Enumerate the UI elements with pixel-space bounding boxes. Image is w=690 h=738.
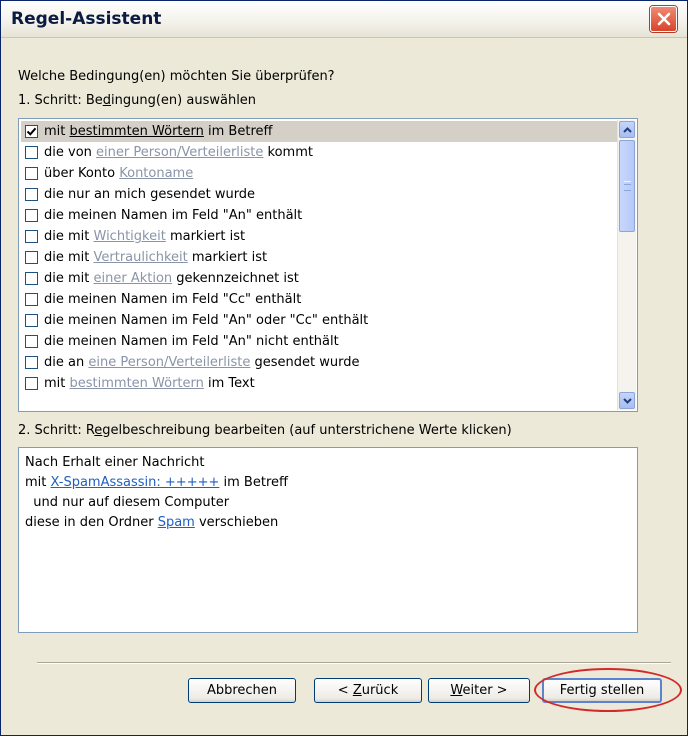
- chevron-up-icon: [622, 126, 632, 133]
- checkbox[interactable]: [25, 188, 38, 201]
- checkbox[interactable]: [25, 356, 38, 369]
- condition-text: gesendet wurde: [250, 355, 360, 370]
- condition-link[interactable]: Kontoname: [119, 166, 193, 181]
- condition-item[interactable]: die mit Wichtigkeit markiert ist: [21, 226, 617, 247]
- condition-item[interactable]: die mit Vertraulichkeit markiert ist: [21, 247, 617, 268]
- next-button[interactable]: Weiter >: [428, 678, 530, 703]
- condition-text: die mit: [44, 250, 94, 265]
- finish-button[interactable]: Fertig stellen: [542, 678, 662, 703]
- checkbox[interactable]: [25, 146, 38, 159]
- condition-text: die meinen Namen im Feld "Cc" enthält: [44, 292, 302, 307]
- condition-text: die an: [44, 355, 89, 370]
- condition-item[interactable]: die mit einer Aktion gekennzeichnet ist: [21, 268, 617, 289]
- condition-text: mit: [44, 124, 70, 139]
- rules-wizard-dialog: Regel-Assistent Welche Bedingung(en) möc…: [0, 0, 688, 736]
- condition-item[interactable]: die meinen Namen im Feld "An" oder "Cc" …: [21, 310, 617, 331]
- checkbox[interactable]: [25, 209, 38, 222]
- condition-item[interactable]: die meinen Namen im Feld "An" enthält: [21, 205, 617, 226]
- grip-icon: [624, 181, 631, 191]
- description-line: mit X-SpamAssassin: +++++ im Betreff: [25, 475, 288, 490]
- description-line: diese in den Ordner Spam verschieben: [25, 515, 279, 530]
- condition-text: gekennzeichnet ist: [172, 271, 299, 286]
- condition-link[interactable]: einer Person/Verteilerliste: [96, 145, 263, 160]
- description-line: und nur auf diesem Computer: [25, 495, 230, 510]
- step2-label: 2. Schritt: Regelbeschreibung bearbeiten…: [18, 423, 512, 438]
- checkbox[interactable]: [25, 314, 38, 327]
- condition-text: mit: [44, 376, 70, 391]
- divider: [37, 662, 671, 664]
- window-title: Regel-Assistent: [11, 9, 162, 29]
- condition-text: die meinen Namen im Feld "An" oder "Cc" …: [44, 313, 369, 328]
- checkbox[interactable]: [25, 125, 38, 138]
- scroll-down-button[interactable]: [619, 392, 635, 409]
- checkbox[interactable]: [25, 251, 38, 264]
- cancel-button[interactable]: Abbrechen: [188, 678, 296, 703]
- condition-item[interactable]: über Konto Kontoname: [21, 163, 617, 184]
- description-link[interactable]: X-SpamAssassin: +++++: [51, 475, 220, 490]
- checkbox[interactable]: [25, 335, 38, 348]
- description-line: Nach Erhalt einer Nachricht: [25, 455, 205, 470]
- checkbox[interactable]: [25, 293, 38, 306]
- condition-text: die nur an mich gesendet wurde: [44, 187, 256, 202]
- close-button[interactable]: [650, 6, 677, 32]
- step1-label: 1. Schritt: Bedingung(en) auswählen: [18, 93, 257, 108]
- condition-item[interactable]: die nur an mich gesendet wurde: [21, 184, 617, 205]
- checkbox[interactable]: [25, 272, 38, 285]
- condition-text: im Betreff: [203, 124, 273, 139]
- condition-text: die von: [44, 145, 97, 160]
- condition-item[interactable]: die an eine Person/Verteilerliste gesend…: [21, 352, 617, 373]
- condition-link[interactable]: bestimmten Wörtern: [70, 124, 204, 139]
- question-label: Welche Bedingung(en) möchten Sie überprü…: [18, 69, 335, 84]
- chevron-down-icon: [622, 397, 632, 404]
- dialog-content: Welche Bedingung(en) möchten Sie überprü…: [1, 38, 687, 735]
- condition-text: die mit: [44, 271, 94, 286]
- rule-description-box: Nach Erhalt einer Nachricht mit X-SpamAs…: [18, 447, 638, 633]
- condition-text: die mit: [44, 229, 94, 244]
- scroll-thumb[interactable]: [619, 140, 635, 232]
- condition-item[interactable]: die meinen Namen im Feld "Cc" enthält: [21, 289, 617, 310]
- checkbox[interactable]: [25, 167, 38, 180]
- checkmark-icon: [26, 127, 37, 136]
- condition-link[interactable]: bestimmten Wörtern: [70, 376, 204, 391]
- condition-link[interactable]: Wichtigkeit: [94, 229, 166, 244]
- condition-text: die meinen Namen im Feld "An" enthält: [44, 208, 303, 223]
- back-button[interactable]: < Zurück: [314, 678, 422, 703]
- condition-text: kommt: [263, 145, 313, 160]
- condition-item[interactable]: die meinen Namen im Feld "An" nicht enth…: [21, 331, 617, 352]
- conditions-listbox[interactable]: mit bestimmten Wörtern im Betreff die vo…: [18, 118, 638, 412]
- condition-text: im Text: [203, 376, 255, 391]
- close-icon: [657, 12, 670, 26]
- condition-text: markiert ist: [187, 250, 268, 265]
- checkbox[interactable]: [25, 230, 38, 243]
- condition-item[interactable]: die von einer Person/Verteilerliste komm…: [21, 142, 617, 163]
- title-bar: Regel-Assistent: [1, 1, 687, 38]
- scroll-up-button[interactable]: [619, 121, 635, 138]
- condition-text: die meinen Namen im Feld "An" nicht enth…: [44, 334, 339, 349]
- checkbox[interactable]: [25, 377, 38, 390]
- condition-item[interactable]: mit bestimmten Wörtern im Betreff: [21, 121, 617, 142]
- conditions-list: mit bestimmten Wörtern im Betreff die vo…: [21, 121, 617, 409]
- condition-link[interactable]: einer Aktion: [94, 271, 173, 286]
- condition-link[interactable]: Vertraulichkeit: [94, 250, 188, 265]
- condition-link[interactable]: eine Person/Verteilerliste: [88, 355, 250, 370]
- condition-text: markiert ist: [165, 229, 246, 244]
- vertical-scrollbar[interactable]: [617, 120, 636, 410]
- description-link[interactable]: Spam: [158, 515, 195, 530]
- condition-item[interactable]: mit bestimmten Wörtern im Text: [21, 373, 617, 394]
- condition-text: über Konto: [44, 166, 120, 181]
